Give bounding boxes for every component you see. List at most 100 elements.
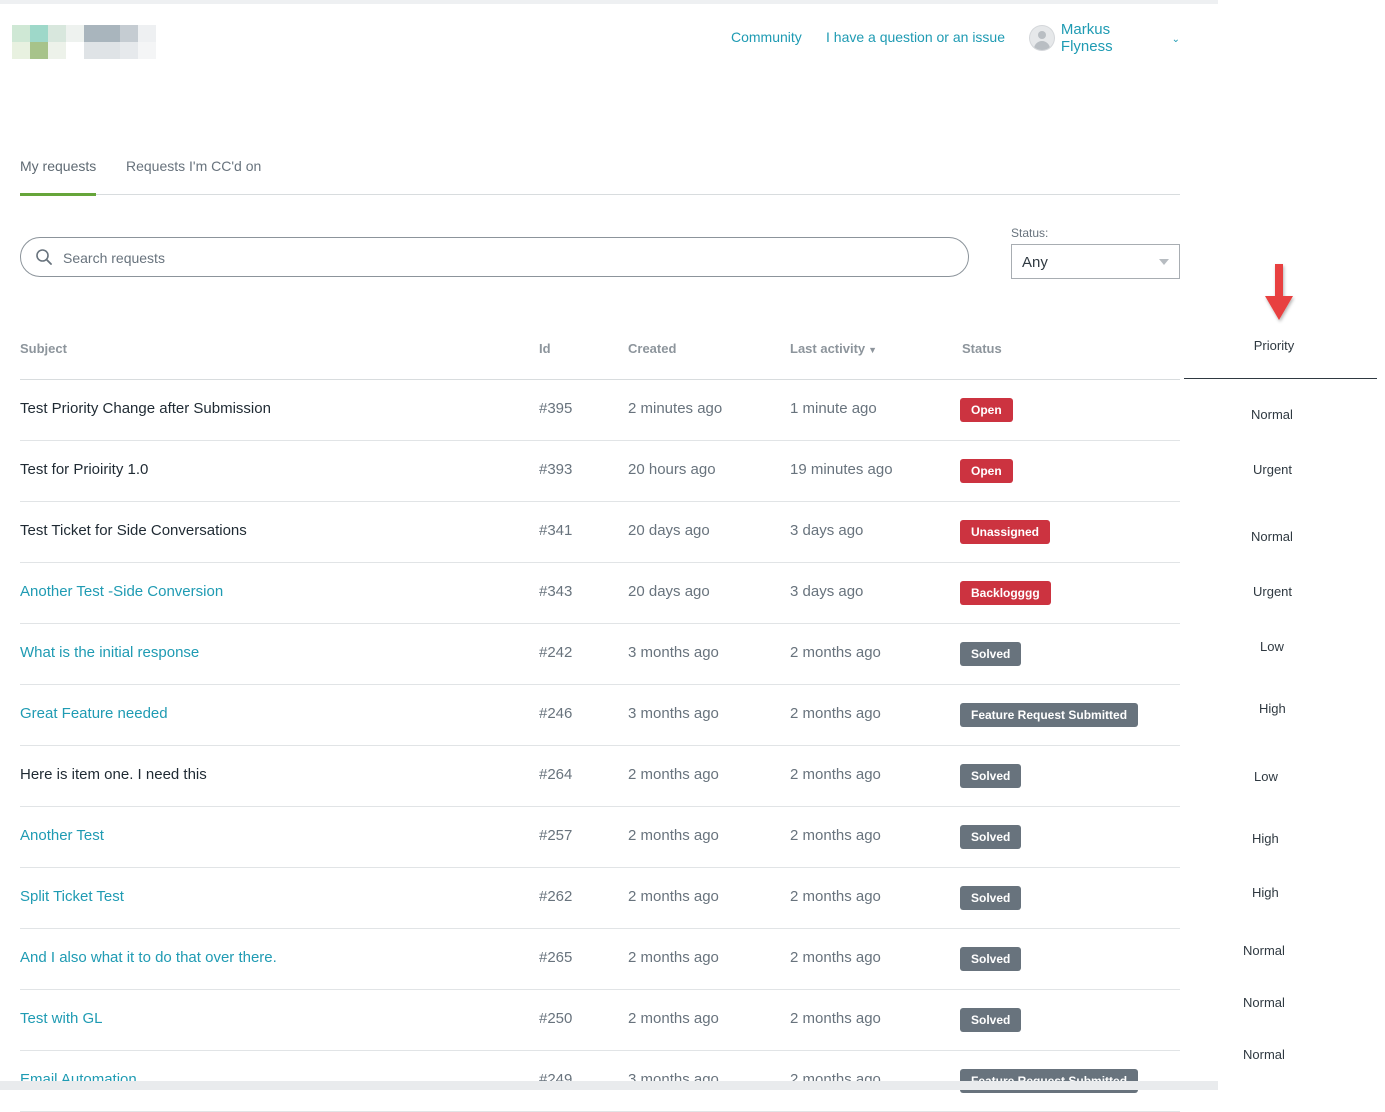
request-last-activity: 2 months ago xyxy=(790,827,881,844)
request-id: #393 xyxy=(539,461,573,478)
sort-desc-icon: ▼ xyxy=(868,345,878,355)
request-status-cell: Solved xyxy=(960,947,1022,971)
status-badge: Solved xyxy=(960,886,1022,910)
nav-community-link[interactable]: Community xyxy=(731,29,802,45)
request-created: 20 hours ago xyxy=(628,461,716,478)
column-header-status[interactable]: Status xyxy=(962,341,1002,356)
status-badge: Solved xyxy=(960,825,1022,849)
priority-value: Urgent xyxy=(1253,584,1293,599)
bottom-border xyxy=(0,1081,1218,1090)
table-row[interactable]: What is the initial response #242 3 months… xyxy=(20,624,1180,685)
request-subject[interactable]: Test with GL xyxy=(20,1010,103,1027)
table-row[interactable]: Here is item one. I need this #264 2 month… xyxy=(20,746,1180,807)
request-last-activity: 2 months ago xyxy=(790,949,881,966)
status-filter-select[interactable]: Any xyxy=(1011,244,1180,279)
request-subject[interactable]: Great Feature needed xyxy=(20,705,168,722)
request-subject[interactable]: Another Test xyxy=(20,827,104,844)
top-border xyxy=(0,0,1218,4)
tab-cc-requests[interactable]: Requests I'm CC'd on xyxy=(126,158,261,193)
status-badge: Open xyxy=(960,398,1013,422)
priority-column-header: Priority xyxy=(1253,338,1295,353)
priority-value: High xyxy=(1252,885,1279,900)
column-header-created[interactable]: Created xyxy=(628,341,676,356)
request-subject[interactable]: Test Ticket for Side Conversations xyxy=(20,522,247,539)
request-subject[interactable]: What is the initial response xyxy=(20,644,199,661)
status-badge: Unassigned xyxy=(960,520,1051,544)
table-row[interactable]: Test Priority Change after Submission #39… xyxy=(20,380,1180,441)
request-last-activity: 2 months ago xyxy=(790,1010,881,1027)
column-header-subject[interactable]: Subject xyxy=(20,341,67,356)
request-created: 2 months ago xyxy=(628,949,719,966)
status-badge: Solved xyxy=(960,764,1022,788)
priority-value: High xyxy=(1259,701,1286,716)
tab-my-requests[interactable]: My requests xyxy=(20,158,96,196)
request-subject[interactable]: Test for Prioirity 1.0 xyxy=(20,461,148,478)
table-row[interactable]: Another Test -Side Conversion #343 20 days… xyxy=(20,563,1180,624)
priority-value: Normal xyxy=(1243,995,1285,1010)
status-badge: Backlogggg xyxy=(960,581,1051,605)
table-header: Subject Id Created Last activity ▼ Status xyxy=(20,330,1180,380)
search-input[interactable] xyxy=(61,246,945,270)
status-badge: Feature Request Submitted xyxy=(960,703,1139,727)
priority-header-divider xyxy=(1184,378,1377,379)
request-last-activity: 1 minute ago xyxy=(790,400,877,417)
request-subject[interactable]: Split Ticket Test xyxy=(20,888,124,905)
request-status-cell: Solved xyxy=(960,642,1022,666)
table-row[interactable]: Test with GL #250 2 months ago 2 months ago… xyxy=(20,990,1180,1051)
request-last-activity: 19 minutes ago xyxy=(790,461,893,478)
request-status-cell: Solved xyxy=(960,825,1022,849)
request-id: #257 xyxy=(539,827,573,844)
request-tabs: My requests Requests I'm CC'd on xyxy=(20,150,1180,196)
header-nav: Community I have a question or an issue … xyxy=(700,21,1180,55)
search-box xyxy=(20,237,969,277)
request-subject[interactable]: And I also what it to do that over there… xyxy=(20,949,277,966)
table-row[interactable]: Test for Prioirity 1.0 #393 20 hours ago 19… xyxy=(20,441,1180,502)
request-id: #246 xyxy=(539,705,573,722)
status-filter-label: Status: xyxy=(1011,226,1049,240)
request-status-cell: Backlogggg xyxy=(960,581,1051,605)
table-row[interactable]: And I also what it to do that over there… xyxy=(20,929,1180,990)
user-menu[interactable]: Markus Flyness ⌄ xyxy=(1029,21,1180,55)
table-row[interactable]: Great Feature needed #246 3 months ago 2 mo… xyxy=(20,685,1180,746)
request-created: 3 months ago xyxy=(628,644,719,661)
request-subject[interactable]: Test Priority Change after Submission xyxy=(20,400,271,417)
request-status-cell: Unassigned xyxy=(960,520,1051,544)
priority-value: Normal xyxy=(1243,943,1285,958)
status-badge: Solved xyxy=(960,947,1022,971)
priority-value: Normal xyxy=(1251,529,1293,544)
request-id: #242 xyxy=(539,644,573,661)
company-logo[interactable] xyxy=(12,25,156,60)
request-last-activity: 2 months ago xyxy=(790,644,881,661)
request-status-cell: Open xyxy=(960,398,1013,422)
nav-question-link[interactable]: I have a question or an issue xyxy=(826,29,1005,45)
request-created: 2 months ago xyxy=(628,888,719,905)
chevron-down-icon xyxy=(1159,259,1169,265)
request-subject[interactable]: Another Test -Side Conversion xyxy=(20,583,223,600)
table-row[interactable]: Test Ticket for Side Conversations #341 20… xyxy=(20,502,1180,563)
request-status-cell: Open xyxy=(960,459,1013,483)
status-filter-value: Any xyxy=(1022,254,1048,271)
request-last-activity: 3 days ago xyxy=(790,583,864,600)
status-badge: Open xyxy=(960,459,1013,483)
request-id: #262 xyxy=(539,888,573,905)
priority-value: High xyxy=(1252,831,1279,846)
request-status-cell: Solved xyxy=(960,764,1022,788)
table-row[interactable]: Split Ticket Test #262 2 months ago 2 month… xyxy=(20,868,1180,929)
request-id: #343 xyxy=(539,583,573,600)
request-created: 2 months ago xyxy=(628,1010,719,1027)
column-header-last-activity-label: Last activity xyxy=(790,341,866,356)
request-id: #264 xyxy=(539,766,573,783)
request-id: #341 xyxy=(539,522,573,539)
request-last-activity: 2 months ago xyxy=(790,705,881,722)
column-header-last-activity[interactable]: Last activity ▼ xyxy=(790,341,877,356)
request-subject[interactable]: Here is item one. I need this xyxy=(20,766,207,783)
request-last-activity: 2 months ago xyxy=(790,888,881,905)
request-created: 3 months ago xyxy=(628,705,719,722)
priority-value: Low xyxy=(1254,769,1278,784)
priority-value: Normal xyxy=(1243,1047,1285,1062)
request-id: #395 xyxy=(539,400,573,417)
status-badge: Solved xyxy=(960,1008,1022,1032)
request-created: 2 minutes ago xyxy=(628,400,723,417)
column-header-id[interactable]: Id xyxy=(539,341,551,356)
table-row[interactable]: Another Test #257 2 months ago 2 months ago… xyxy=(20,807,1180,868)
